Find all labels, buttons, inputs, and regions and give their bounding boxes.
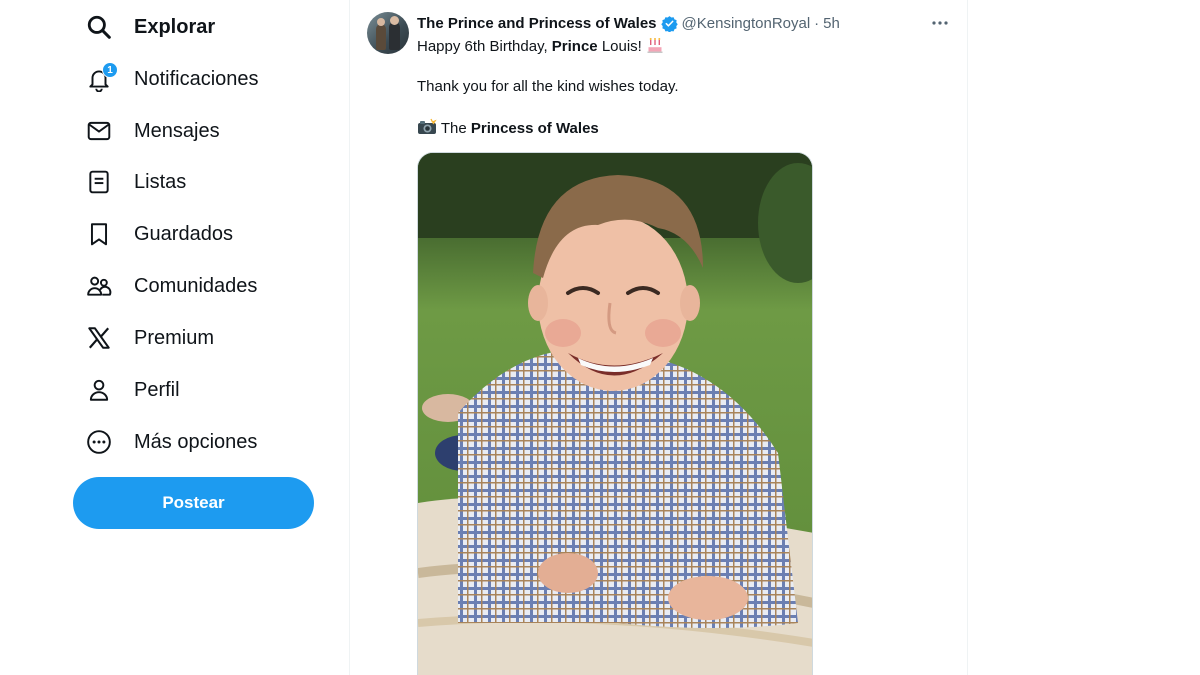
nav-item-explore[interactable]: Explorar <box>72 5 312 49</box>
post-button[interactable]: Postear <box>73 477 314 529</box>
photo-illustration <box>418 153 812 675</box>
nav-item-more-options[interactable]: Más opciones <box>72 420 312 464</box>
nav-label-communities: Comunidades <box>134 274 258 297</box>
nav-item-premium[interactable]: Premium <box>72 316 312 360</box>
bell-icon: 1 <box>86 62 118 92</box>
tweet-text-line-1: Happy 6th Birthday, Prince Louis! <box>417 36 664 60</box>
list-icon <box>86 169 112 195</box>
birthday-cake-icon <box>646 36 664 60</box>
tweet-text-line-3: The Princess of Wales <box>417 118 599 142</box>
tweet-timestamp[interactable]: 5h <box>823 15 840 32</box>
princess-mention: Princess of Wales <box>470 120 599 137</box>
search-icon <box>86 14 112 40</box>
nav-label-messages: Mensajes <box>134 119 220 142</box>
bookmark-icon <box>86 221 112 247</box>
nav-item-profile[interactable]: Perfil <box>72 368 312 412</box>
notification-badge: 1 <box>102 62 118 78</box>
camera-flash-icon <box>417 118 437 142</box>
timeline-column: The Prince and Princess of Wales @Kensin… <box>349 0 968 675</box>
tweet-photo[interactable] <box>417 152 813 675</box>
author-avatar[interactable] <box>367 12 409 54</box>
nav-label-lists: Listas <box>134 170 187 193</box>
text-segment: Happy 6th Birthday, <box>417 38 552 55</box>
nav-item-notifications[interactable]: 1 Notificaciones <box>72 57 312 101</box>
nav-label-explore: Explorar <box>134 15 216 38</box>
nav-label-premium: Premium <box>134 326 215 349</box>
nav-item-lists[interactable]: Listas <box>72 160 312 204</box>
nav-item-messages[interactable]: Mensajes <box>72 109 312 153</box>
nav-item-communities[interactable]: Comunidades <box>72 264 312 308</box>
text-segment: The <box>437 120 471 137</box>
nav-label-more-options: Más opciones <box>134 430 258 453</box>
author-handle[interactable]: @KensingtonRoyal <box>682 15 811 32</box>
tweet-header: The Prince and Princess of Wales @Kensin… <box>417 13 840 33</box>
prince-mention: Prince <box>551 38 598 55</box>
person-icon <box>86 377 112 403</box>
header-separator: · <box>814 14 820 32</box>
x-logo-icon <box>86 325 112 351</box>
more-options-icon[interactable] <box>928 12 952 34</box>
text-segment: Louis! <box>597 38 647 55</box>
nav-label-bookmarks: Guardados <box>134 222 233 245</box>
nav-item-bookmarks[interactable]: Guardados <box>72 212 312 256</box>
communities-icon <box>86 273 112 299</box>
primary-nav: Explorar 1 Notificaciones Mensajes Lista… <box>72 0 332 675</box>
nav-label-notifications: Notificaciones <box>134 67 259 90</box>
verified-badge-icon <box>660 15 678 32</box>
envelope-icon <box>86 118 112 144</box>
more-circle-icon <box>86 429 112 455</box>
author-name[interactable]: The Prince and Princess of Wales <box>417 15 657 32</box>
nav-label-profile: Perfil <box>134 378 180 401</box>
tweet-text-line-2: Thank you for all the kind wishes today. <box>417 78 679 95</box>
